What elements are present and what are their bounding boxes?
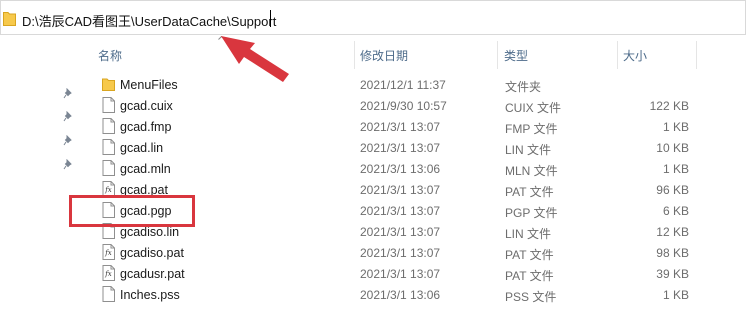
file-name: MenuFiles <box>120 78 178 92</box>
pattern-file-icon: fx <box>102 265 115 281</box>
column-header-date[interactable]: 修改日期 <box>360 47 408 64</box>
svg-text:fx: fx <box>104 186 112 194</box>
file-name: gcadusr.pat <box>120 267 185 281</box>
sort-up-icon <box>218 36 225 40</box>
file-type: LIN 文件 <box>505 143 552 157</box>
file-size: 1 KB <box>662 162 689 176</box>
file-size: 39 KB <box>656 267 689 281</box>
file-row[interactable]: gcad.cuix 2021/9/30 10:57 CUIX 文件 122 KB <box>0 95 746 116</box>
file-type: FMP 文件 <box>505 122 558 136</box>
file-row[interactable]: gcad.fmp 2021/3/1 13:07 FMP 文件 1 KB <box>0 116 746 137</box>
file-type: PSS 文件 <box>505 290 557 304</box>
file-date: 2021/9/30 10:57 <box>360 99 447 113</box>
file-name: gcad.mln <box>120 162 171 176</box>
file-size: 10 KB <box>656 141 689 155</box>
file-row[interactable]: fx gcadiso.pat 2021/3/1 13:07 PAT 文件 98 KB <box>0 242 746 263</box>
file-type: PAT 文件 <box>505 248 554 262</box>
file-type: 文件夹 <box>505 80 542 94</box>
svg-text:fx: fx <box>104 249 112 257</box>
file-name: gcad.lin <box>120 141 164 155</box>
file-size: 98 KB <box>656 246 689 260</box>
file-type: PGP 文件 <box>505 206 558 220</box>
file-date: 2021/3/1 13:07 <box>360 120 441 134</box>
file-row[interactable]: MenuFiles 2021/12/1 11:37 文件夹 <box>0 74 746 95</box>
file-size: 96 KB <box>656 183 689 197</box>
file-name: gcadiso.lin <box>120 225 180 239</box>
column-header-name[interactable]: 名称 <box>98 47 122 64</box>
file-icon <box>102 139 115 155</box>
file-date: 2021/3/1 13:07 <box>360 183 441 197</box>
pattern-file-icon: fx <box>102 244 115 260</box>
column-header-size[interactable]: 大小 <box>623 47 647 64</box>
file-type: CUIX 文件 <box>505 101 562 115</box>
file-size: 1 KB <box>662 120 689 134</box>
file-icon <box>102 160 115 176</box>
file-date: 2021/3/1 13:07 <box>360 267 441 281</box>
file-row[interactable]: gcad.mln 2021/3/1 13:06 MLN 文件 1 KB <box>0 158 746 179</box>
file-size: 122 KB <box>649 99 689 113</box>
address-bar[interactable]: D:\浩辰CAD看图王\UserDataCache\Support <box>0 0 746 35</box>
svg-text:fx: fx <box>104 270 112 278</box>
file-size: 12 KB <box>656 225 689 239</box>
file-icon <box>102 97 115 113</box>
file-row[interactable]: gcad.lin 2021/3/1 13:07 LIN 文件 10 KB <box>0 137 746 158</box>
file-size: 6 KB <box>662 204 689 218</box>
folder-icon <box>3 12 16 26</box>
file-date: 2021/3/1 13:07 <box>360 141 441 155</box>
file-type: LIN 文件 <box>505 227 552 241</box>
file-name: gcad.cuix <box>120 99 173 113</box>
file-date: 2021/3/1 13:07 <box>360 246 441 260</box>
column-divider[interactable] <box>617 41 618 69</box>
column-header-type[interactable]: 类型 <box>504 47 528 64</box>
column-divider[interactable] <box>354 41 355 69</box>
file-icon <box>102 286 115 302</box>
column-divider[interactable] <box>497 41 498 69</box>
column-headers: 名称 修改日期 类型 大小 <box>0 35 746 69</box>
folder-icon <box>102 76 115 92</box>
file-date: 2021/3/1 13:06 <box>360 288 441 302</box>
file-name: Inches.pss <box>120 288 180 302</box>
text-cursor <box>270 10 271 27</box>
file-date: 2021/3/1 13:06 <box>360 162 441 176</box>
file-name: gcadiso.pat <box>120 246 184 260</box>
highlight-box <box>69 195 195 227</box>
file-type: PAT 文件 <box>505 269 554 283</box>
file-name: gcad.fmp <box>120 120 172 134</box>
file-type: MLN 文件 <box>505 164 558 178</box>
file-icon <box>102 118 115 134</box>
file-row[interactable]: Inches.pss 2021/3/1 13:06 PSS 文件 1 KB <box>0 284 746 305</box>
column-divider[interactable] <box>696 41 697 69</box>
file-date: 2021/12/1 11:37 <box>360 78 446 92</box>
file-date: 2021/3/1 13:07 <box>360 225 441 239</box>
file-date: 2021/3/1 13:07 <box>360 204 441 218</box>
file-type: PAT 文件 <box>505 185 554 199</box>
address-path[interactable]: D:\浩辰CAD看图王\UserDataCache\Support <box>22 11 276 30</box>
file-size: 1 KB <box>662 288 689 302</box>
file-row[interactable]: fx gcadusr.pat 2021/3/1 13:07 PAT 文件 39 KB <box>0 263 746 284</box>
